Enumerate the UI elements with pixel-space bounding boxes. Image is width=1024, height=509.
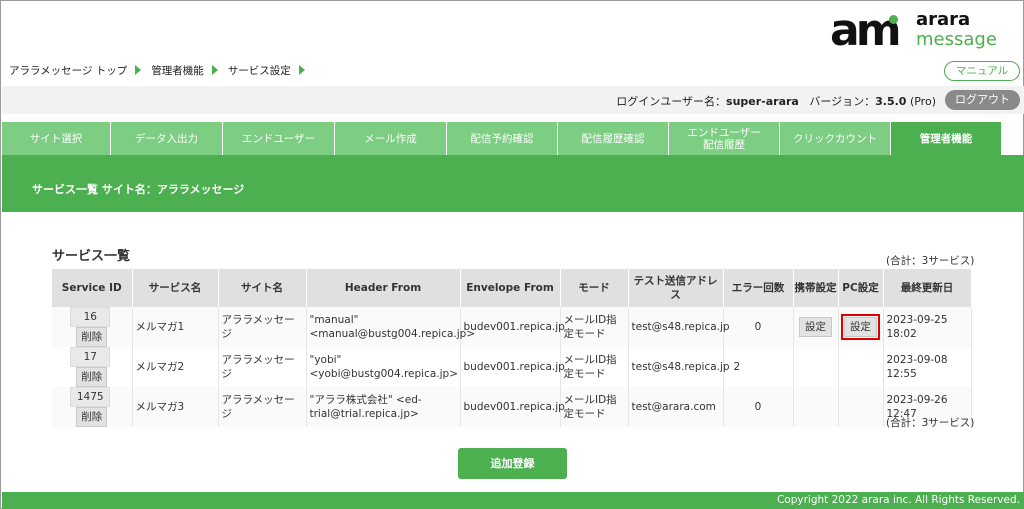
col-service-name: サービス名 [132,269,219,307]
page-title: サービス一覧 サイト名：アララメッセージ [32,183,245,196]
mobile-setting-cell [793,387,839,427]
tab-end-user[interactable]: エンドユーザー [223,122,335,155]
pc-setting-cell [838,347,884,387]
login-name: super-arara [726,95,799,108]
pc-setting-cell: 設定 [838,307,884,347]
table-row: 1475削除 メルマガ3 アララメッセージ "アララ株式会社" <ed-tria… [52,387,972,427]
tab-history[interactable]: 配信履歴確認 [558,122,669,155]
service-id: 17 [70,347,111,367]
version-number: 3.5.0 [875,95,907,108]
col-error-count: エラー回数 [723,269,794,307]
footer: Copyright 2022 arara inc. All Rights Res… [2,492,1024,509]
service-id: 16 [70,307,111,327]
logo-word-bottom: message [916,29,997,50]
total-count-bottom: (合計：3サービス) [886,417,975,429]
pc-setting-button[interactable]: 設定 [841,314,880,340]
col-test-address: テスト送信アドレス [628,269,724,307]
breadcrumb-arrow-icon [135,65,142,75]
updated-at: 2023-09-08 12:55 [883,347,972,387]
logo-mark: am [830,5,902,56]
logo-word-top: arara [916,9,971,30]
col-updated: 最終更新日 [883,269,972,307]
user-bar: ログインユーザー名：super-arara バージョン：3.5.0 (Pro) … [2,86,1024,114]
mobile-setting-button[interactable]: 設定 [799,317,832,337]
table-header-row: Service ID サービス名 サイト名 Header From Envelo… [52,269,972,307]
mode: メールID指定モード [560,347,629,387]
test-address: test@s48.repica.jp [628,307,730,347]
mobile-setting-cell [793,347,839,387]
mobile-setting-cell: 設定 [793,307,839,347]
delete-button[interactable]: 削除 [76,367,108,387]
total-count-top: (合計：3サービス) [886,255,975,267]
site-name: アララメッセージ [218,387,307,427]
test-address: test@s48.repica.jp [628,347,730,387]
page-banner: サービス一覧 サイト名：アララメッセージ [2,155,1024,212]
delete-button[interactable]: 削除 [76,327,108,347]
col-service-id: Service ID [52,269,133,307]
add-service-button[interactable]: 追加登録 [458,448,567,479]
header-from: "アララ株式会社" <ed-trial@trial.repica.jp> [306,387,461,427]
site-name: アララメッセージ [218,307,307,347]
tab-click-count[interactable]: クリックカウント [780,122,891,155]
error-count: 0 [723,387,794,427]
updated-at: 2023-09-25 18:02 [883,307,972,347]
service-id-cell: 17削除 [52,347,133,387]
tab-end-user-history[interactable]: エンドユーザー 配信履歴 [669,122,780,155]
col-header-from: Header From [306,269,461,307]
service-name: メルマガ3 [132,387,219,427]
tab-site-select[interactable]: サイト選択 [2,122,111,155]
test-address: test@arara.com [628,387,724,427]
service-id-cell: 16削除 [52,307,133,347]
service-table: Service ID サービス名 サイト名 Header From Envelo… [52,269,972,427]
main-nav: サイト選択 データ入出力 エンドユーザー メール作成 配信予約確認 配信履歴確認… [2,122,1024,155]
version-edition: (Pro) [909,95,936,108]
breadcrumb-arrow-icon [298,65,305,75]
breadcrumb-item-admin[interactable]: 管理者機能 [151,63,204,78]
envelope-from: budev001.repica.jp [460,347,565,387]
tab-admin[interactable]: 管理者機能 [891,122,1002,155]
header-from: "yobi" <yobi@bustg004.repica.jp> [306,347,461,387]
user-info: ログインユーザー名：super-arara バージョン：3.5.0 (Pro) [616,93,936,109]
service-name: メルマガ2 [132,347,219,387]
delete-button[interactable]: 削除 [76,407,108,427]
manual-button[interactable]: マニュアル [944,61,1020,81]
section-title: サービス一覧 [52,249,131,264]
logout-button[interactable]: ログアウト [945,90,1020,110]
breadcrumb-item-top[interactable]: アララメッセージ トップ [9,63,127,78]
table-row: 17削除 メルマガ2 アララメッセージ "yobi" <yobi@bustg00… [52,347,972,387]
header-from: "manual" <manual@bustg004.repica.jp> [306,307,475,347]
envelope-from: budev001.repica.jp [460,387,565,427]
pc-setting-cell [838,387,884,427]
arara-message-logo[interactable]: am arara message [830,9,1006,53]
col-pc-setting: PC設定 [838,269,884,307]
tab-scheduled[interactable]: 配信予約確認 [447,122,558,155]
service-id: 1475 [70,387,111,407]
breadcrumb-arrow-icon [211,65,218,75]
tab-mail-create[interactable]: メール作成 [335,122,447,155]
mode: メールID指定モード [560,387,629,427]
envelope-from: budev001.repica.jp [460,307,565,347]
version-label: バージョン： [809,95,876,108]
login-label: ログインユーザー名： [616,95,727,108]
tab-data-io[interactable]: データ入出力 [111,122,223,155]
logo-dot [889,15,898,24]
copyright-text: Copyright 2022 arara inc. All Rights Res… [776,494,1020,506]
col-envelope-from: Envelope From [460,269,561,307]
col-mobile-setting: 携帯設定 [793,269,839,307]
service-id-cell: 1475削除 [52,387,133,427]
col-site-name: サイト名 [218,269,307,307]
breadcrumb: アララメッセージ トップ 管理者機能 サービス設定 [9,63,315,77]
table-row: 16削除 メルマガ1 アララメッセージ "manual" <manual@bus… [52,307,972,347]
app-window: am arara message アララメッセージ トップ 管理者機能 サービス… [0,0,1024,509]
col-mode: モード [560,269,629,307]
mode: メールID指定モード [560,307,629,347]
error-count: 0 [723,307,794,347]
breadcrumb-item-service: サービス設定 [227,64,291,77]
site-name: アララメッセージ [218,347,307,387]
error-count: 2 [723,347,794,387]
service-name: メルマガ1 [132,307,219,347]
